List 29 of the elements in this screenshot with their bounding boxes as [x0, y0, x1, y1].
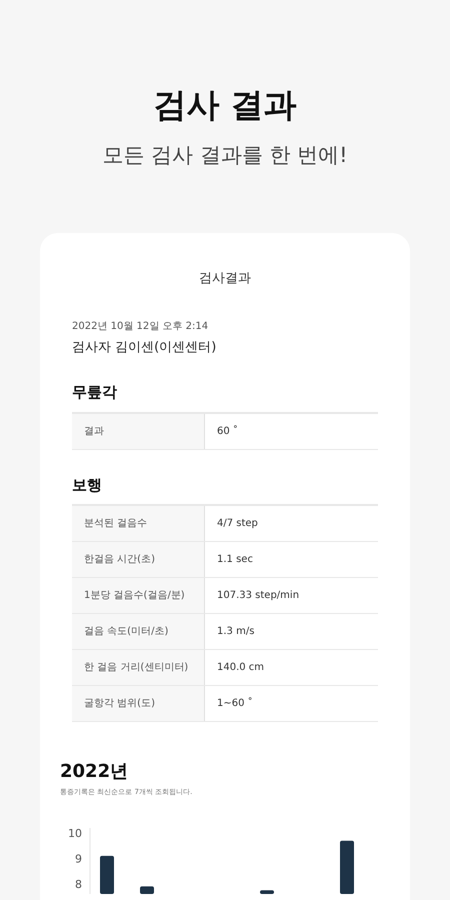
year-heading: 2022년 — [60, 760, 130, 784]
table-value-cell-text: 4/7 step — [216, 517, 259, 531]
table-value-cell-text: 107.33 step/min — [216, 589, 300, 603]
chart-bar — [140, 886, 154, 894]
section-title: 보행 — [72, 474, 103, 496]
table-label-cell: 결과 — [72, 414, 205, 448]
chart-bar — [260, 890, 274, 894]
table-value-cell-text: 140.0 cm — [216, 661, 266, 675]
section-title: 무릎각 — [72, 382, 118, 403]
exam-date: 2022년 10월 12일 오후 2:14 — [72, 320, 210, 334]
table-label-cell: 한걸음 시간(초) — [72, 542, 205, 577]
table-value-cell-text: 1.3 m/s — [216, 625, 256, 639]
axis-label: 10 — [68, 826, 82, 840]
table-value-cell-text: 1~60 ˚ — [216, 696, 254, 711]
table-label-cell: 한 걸음 거리(센티미터) — [72, 650, 205, 685]
table-label-cell: 1분당 걸음수(걸음/분) — [72, 578, 205, 613]
page-subtitle: 모든 검사 결과를 한 번에! — [102, 142, 348, 168]
examiner-name: 검사자 김이센(이센센터) — [72, 338, 218, 356]
page-title: 검사 결과 — [153, 84, 297, 126]
table-label-cell: 걸음 속도(미터/초) — [72, 614, 205, 649]
card-title: 검사결과 — [198, 270, 252, 288]
chart-bar — [100, 855, 114, 894]
table-label-cell: 굴항각 범위(도) — [72, 686, 205, 721]
table-value-cell-text: 1.1 sec — [216, 553, 254, 567]
table-value-cell-text: 60 ˚ — [216, 424, 239, 438]
table-label-cell: 분석된 걸음수 — [72, 506, 205, 541]
chart-bar — [340, 840, 354, 894]
axis-label: 9 — [75, 852, 82, 865]
axis-label: 8 — [75, 877, 82, 890]
